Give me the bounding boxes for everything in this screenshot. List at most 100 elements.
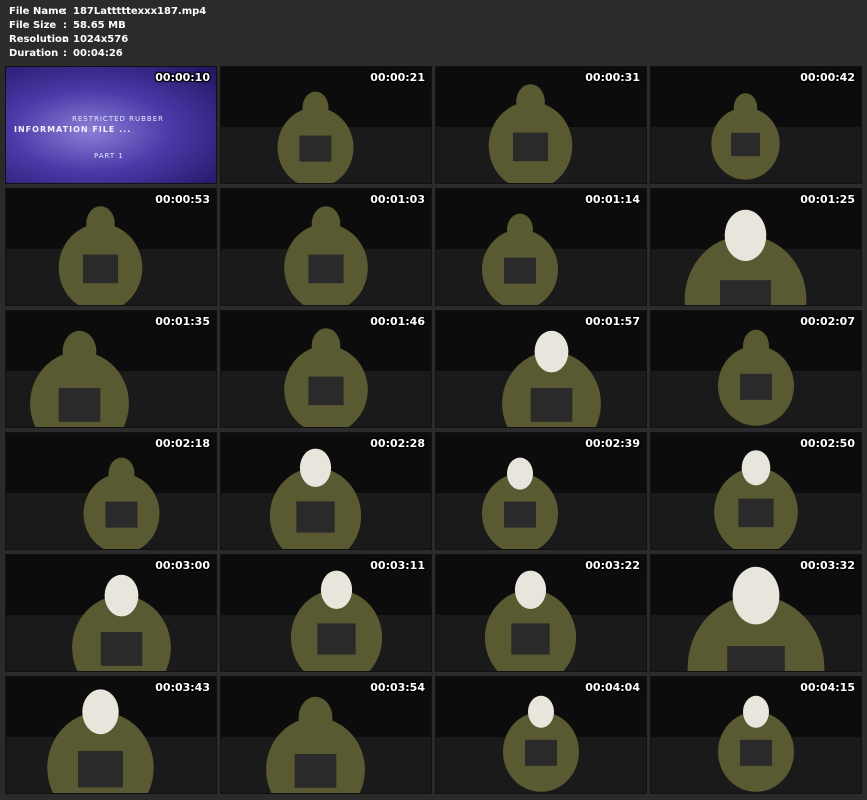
- scene-figure-head: [743, 695, 769, 728]
- file-size-value: 58.65 MB: [73, 20, 126, 31]
- scene-figure-corset: [740, 739, 772, 766]
- scene-figure-head: [299, 448, 332, 487]
- video-thumbnail[interactable]: 00:03:22: [435, 554, 647, 672]
- duration-value: 00:04:26: [73, 48, 123, 59]
- thumbnail-scene: [651, 433, 861, 549]
- timestamp-label: 00:02:18: [155, 437, 210, 450]
- scene-figure-corset: [525, 739, 557, 766]
- scene-figure-corset: [317, 623, 356, 655]
- video-thumbnail[interactable]: 00:04:15: [650, 676, 862, 794]
- timestamp-label: 00:00:10: [155, 71, 210, 84]
- scene-figure-head: [534, 330, 569, 373]
- video-thumbnail[interactable]: 00:01:57: [435, 310, 647, 428]
- thumbnail-scene: [651, 311, 861, 427]
- scene-figure-corset: [738, 498, 774, 528]
- resolution-value: 1024x576: [73, 34, 129, 45]
- video-thumbnail[interactable]: 00:01:35: [5, 310, 217, 428]
- thumbnail-grid: RESTRICTED RUBBER INFORMATION FILE ... PAR…: [5, 66, 862, 794]
- scene-figure-corset: [719, 280, 772, 305]
- thumbnail-scene: [436, 433, 646, 549]
- timestamp-label: 00:00:53: [155, 193, 210, 206]
- scene-figure-corset: [100, 632, 143, 666]
- scene-figure-head: [733, 93, 758, 122]
- timestamp-label: 00:03:11: [370, 559, 425, 572]
- timestamp-label: 00:04:15: [800, 681, 855, 694]
- duration-label: Duration: [9, 48, 59, 59]
- scene-figure-corset: [58, 388, 101, 422]
- scene-figure-corset: [82, 254, 119, 284]
- timestamp-label: 00:00:31: [585, 71, 640, 84]
- thumbnail-scene: [221, 311, 431, 427]
- file-size-label: File Size: [9, 20, 57, 31]
- thumbnail-scene: [221, 555, 431, 671]
- video-thumbnail[interactable]: 00:01:03: [220, 188, 432, 306]
- scene-figure-head: [732, 566, 780, 625]
- scene-figure-corset: [727, 646, 785, 671]
- scene-figure-head: [743, 329, 769, 362]
- scene-figure-head: [62, 330, 97, 373]
- video-thumbnail[interactable]: 00:02:07: [650, 310, 862, 428]
- scene-figure-head: [516, 84, 545, 120]
- timestamp-label: 00:01:14: [585, 193, 640, 206]
- video-thumbnail[interactable]: 00:00:21: [220, 66, 432, 184]
- timestamp-label: 00:02:39: [585, 437, 640, 450]
- scene-figure-head: [507, 213, 533, 246]
- video-thumbnail[interactable]: 00:01:46: [220, 310, 432, 428]
- timestamp-label: 00:03:54: [370, 681, 425, 694]
- video-thumbnail[interactable]: 00:01:14: [435, 188, 647, 306]
- scene-figure-head: [302, 91, 329, 124]
- video-thumbnail[interactable]: 00:03:54: [220, 676, 432, 794]
- scene-figure-corset: [299, 135, 332, 162]
- video-thumbnail[interactable]: 00:01:25: [650, 188, 862, 306]
- scene-figure-corset: [512, 132, 549, 162]
- timestamp-label: 00:01:46: [370, 315, 425, 328]
- thumbnail-scene: [436, 311, 646, 427]
- video-thumbnail[interactable]: 00:02:50: [650, 432, 862, 550]
- video-thumbnail[interactable]: 00:03:00: [5, 554, 217, 672]
- thumbnail-scene: [221, 67, 431, 183]
- timestamp-label: 00:00:21: [370, 71, 425, 84]
- scene-figure-head: [741, 450, 771, 486]
- file-name-label: File Name: [9, 6, 66, 17]
- video-thumbnail[interactable]: 00:00:31: [435, 66, 647, 184]
- duration-row: Duration : 00:04:26: [9, 47, 206, 61]
- video-thumbnail[interactable]: 00:03:32: [650, 554, 862, 672]
- timestamp-label: 00:03:32: [800, 559, 855, 572]
- scene-figure-corset: [731, 132, 760, 157]
- timestamp-label: 00:01:57: [585, 315, 640, 328]
- video-thumbnail[interactable]: 00:02:28: [220, 432, 432, 550]
- scene-figure-head: [514, 570, 547, 609]
- scene-figure-head: [86, 206, 115, 242]
- thumbnail-scene: [221, 433, 431, 549]
- scene-figure-corset: [504, 257, 536, 284]
- video-thumbnail[interactable]: 00:03:11: [220, 554, 432, 672]
- video-thumbnail[interactable]: 00:02:39: [435, 432, 647, 550]
- separator: :: [63, 34, 67, 45]
- thumbnail-scene: [221, 677, 431, 793]
- timestamp-label: 00:01:35: [155, 315, 210, 328]
- video-thumbnail[interactable]: RESTRICTED RUBBER INFORMATION FILE ... PAR…: [5, 66, 217, 184]
- timestamp-label: 00:00:42: [800, 71, 855, 84]
- scene-figure-corset: [530, 388, 573, 422]
- video-thumbnail[interactable]: 00:00:42: [650, 66, 862, 184]
- thumbnail-scene: [6, 189, 216, 305]
- timestamp-label: 00:03:22: [585, 559, 640, 572]
- scene-figure-corset: [294, 754, 337, 788]
- video-thumbnail[interactable]: 00:02:18: [5, 432, 217, 550]
- thumbnail-scene: [651, 677, 861, 793]
- video-thumbnail[interactable]: 00:03:43: [5, 676, 217, 794]
- video-thumbnail[interactable]: 00:00:53: [5, 188, 217, 306]
- file-size-row: File Size : 58.65 MB: [9, 19, 206, 33]
- file-name-value: 187Latttttexxx187.mp4: [73, 6, 207, 17]
- timestamp-label: 00:02:28: [370, 437, 425, 450]
- timestamp-label: 00:02:07: [800, 315, 855, 328]
- thumbnail-scene: [6, 311, 216, 427]
- title-card-line2: INFORMATION FILE ...: [14, 125, 132, 134]
- thumbnail-scene: [651, 67, 861, 183]
- timestamp-label: 00:03:00: [155, 559, 210, 572]
- video-thumbnail[interactable]: 00:04:04: [435, 676, 647, 794]
- thumbnail-scene: [221, 189, 431, 305]
- separator: :: [63, 20, 67, 31]
- thumbnail-scene: [436, 67, 646, 183]
- scene-figure-corset: [511, 623, 550, 655]
